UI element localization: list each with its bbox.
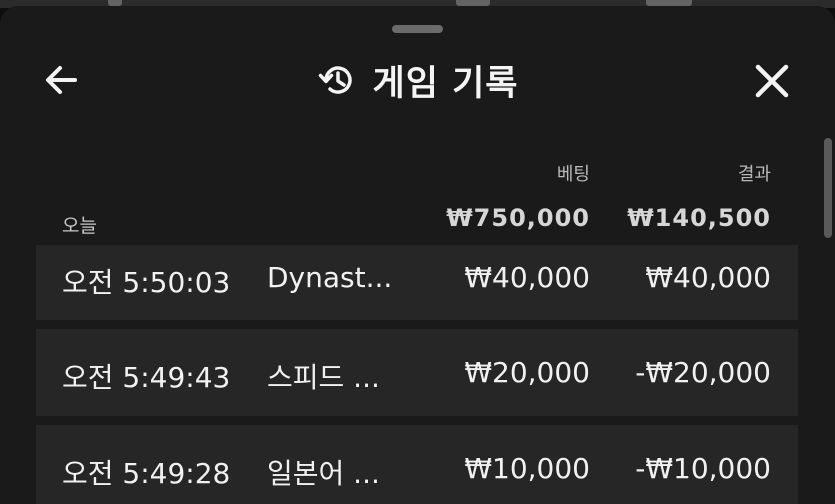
row-bet-amount: ₩20,000 xyxy=(464,356,590,389)
close-button[interactable] xyxy=(746,55,798,107)
history-row[interactable]: 오전 5:50:03 Dynast... ₩40,000 ₩40,000 xyxy=(36,245,798,320)
page-title: 게임 기록 xyxy=(372,63,519,104)
scrollbar-thumb[interactable] xyxy=(824,138,832,238)
row-result-amount: ₩40,000 xyxy=(645,261,771,294)
date-group-label: 오늘 xyxy=(62,215,97,237)
row-time: 오전 5:50:03 xyxy=(62,266,231,299)
total-bet-amount: ₩750,000 xyxy=(446,204,590,232)
row-game-name: Dynast... xyxy=(267,261,393,294)
total-result-amount: ₩140,500 xyxy=(627,204,771,232)
page-title-group: 게임 기록 xyxy=(0,52,835,108)
game-history-sheet: 게임 기록 베팅 결과 오늘 ₩750,000 ₩140,500 오전 5:50… xyxy=(0,6,835,504)
column-header-bet: 베팅 xyxy=(556,164,590,185)
row-game-name: 일본어 ... xyxy=(267,457,380,490)
row-time: 오전 5:49:28 xyxy=(62,457,231,490)
row-game-name: 스피드 ... xyxy=(267,361,380,394)
row-time: 오전 5:49:43 xyxy=(62,361,231,394)
history-row[interactable]: 오전 5:49:43 스피드 ... ₩20,000 -₩20,000 xyxy=(36,329,798,416)
close-x-icon xyxy=(755,64,789,98)
row-bet-amount: ₩40,000 xyxy=(464,261,590,294)
column-header-result: 결과 xyxy=(737,164,771,185)
sheet-drag-handle[interactable] xyxy=(392,25,443,33)
history-row[interactable]: 오전 5:49:28 일본어 ... ₩10,000 -₩10,000 xyxy=(36,425,798,504)
history-clock-icon xyxy=(318,66,352,94)
row-result-amount: -₩20,000 xyxy=(635,356,771,389)
row-bet-amount: ₩10,000 xyxy=(464,452,590,485)
row-result-amount: -₩10,000 xyxy=(635,452,771,485)
game-history-screen: 게임 기록 베팅 결과 오늘 ₩750,000 ₩140,500 오전 5:50… xyxy=(0,0,835,504)
